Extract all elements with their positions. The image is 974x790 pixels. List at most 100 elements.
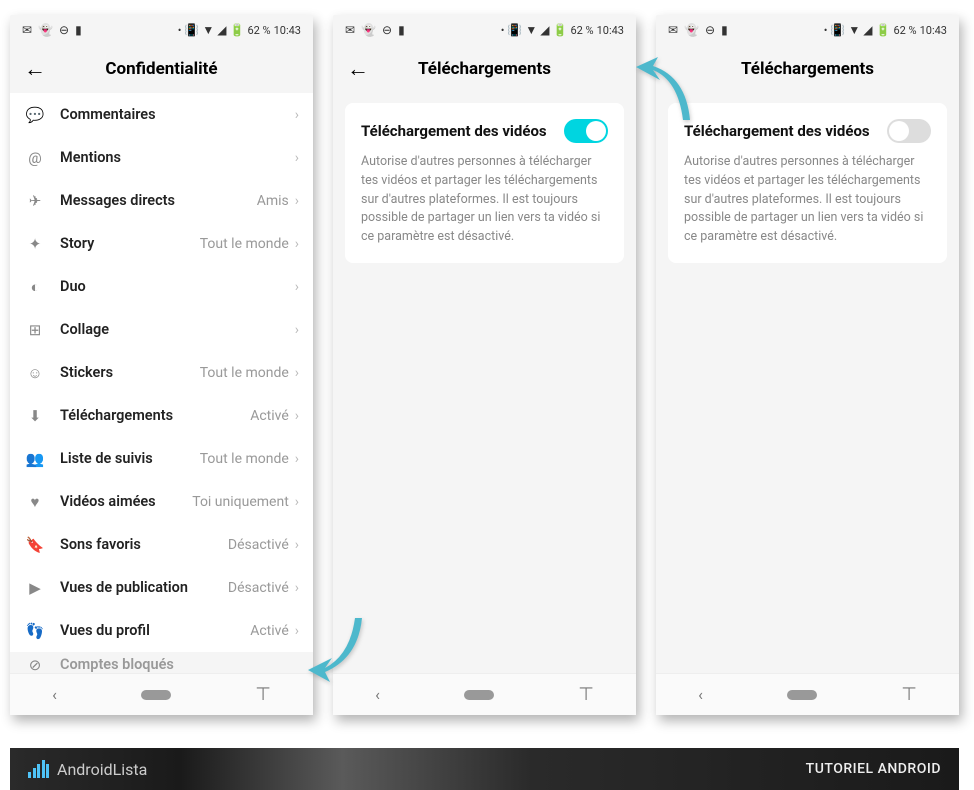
header: ← Téléchargements <box>333 45 636 93</box>
nav-home-icon[interactable] <box>141 690 171 700</box>
signal-icon: ◢ <box>863 23 872 37</box>
back-button[interactable]: ← <box>347 56 369 82</box>
header: ← Confidentialité <box>10 45 313 93</box>
nav-accessibility-icon[interactable]: ⊤ <box>901 684 917 705</box>
row-icon: 🔖 <box>24 536 46 554</box>
chevron-right-icon: › <box>295 537 299 553</box>
chevron-right-icon: › <box>295 193 299 209</box>
row-icon: ⬇ <box>24 407 46 425</box>
row-icon: ✈ <box>24 192 46 210</box>
back-button[interactable]: ← <box>24 56 46 82</box>
tutorial-footer: AndroidLista TUTORIEL ANDROID <box>10 748 959 790</box>
nav-accessibility-icon[interactable]: ⊤ <box>578 684 594 705</box>
wifi-icon: ▼ <box>202 23 214 37</box>
status-bar: ✉ 👻 ⊖ ▮ • 📳 ▼ ◢ 🔋 62 % 10:43 <box>333 15 636 45</box>
chevron-right-icon: › <box>295 236 299 252</box>
gmail-icon: ✉ <box>22 23 32 37</box>
dot-icon: • <box>501 24 505 37</box>
clock: 10:43 <box>920 24 947 37</box>
list-item-value: Activé <box>250 623 289 639</box>
row-icon: ▶ <box>24 579 46 597</box>
row-icon: 💬 <box>24 106 46 124</box>
list-item[interactable]: 👣Vues du profilActivé› <box>10 609 313 652</box>
chevron-right-icon: › <box>295 580 299 596</box>
row-icon: 👣 <box>24 622 46 640</box>
list-item-value: Tout le monde <box>200 451 289 467</box>
gmail-icon: ✉ <box>345 23 355 37</box>
list-item-label: Stickers <box>60 364 200 381</box>
row-icon: 👥 <box>24 450 46 468</box>
nav-bar: ‹ ⊤ <box>10 673 313 715</box>
video-download-toggle[interactable] <box>564 119 608 143</box>
battery-icon: 🔋 <box>552 23 567 37</box>
flow-arrow-1 <box>300 610 370 694</box>
vibrate-icon: 📳 <box>507 23 522 37</box>
battery-percent: 62 % <box>893 24 916 37</box>
list-item[interactable]: ◐Duo› <box>10 265 313 308</box>
nav-back-icon[interactable]: ‹ <box>375 685 380 704</box>
nav-back-icon[interactable]: ‹ <box>52 685 57 704</box>
list-item-value: Tout le monde <box>200 365 289 381</box>
list-item-label: Mentions <box>60 149 295 166</box>
list-item-value: Tout le monde <box>200 236 289 252</box>
list-item[interactable]: ⊞Collage› <box>10 308 313 351</box>
footer-brand: AndroidLista <box>57 760 147 779</box>
minus-icon: ⊖ <box>59 23 69 37</box>
list-item[interactable]: @Mentions› <box>10 136 313 179</box>
clock: 10:43 <box>274 24 301 37</box>
row-icon: ♥ <box>24 493 46 511</box>
list-item-value: Désactivé <box>228 580 289 596</box>
chevron-right-icon: › <box>295 623 299 639</box>
nav-bar: ‹ ⊤ <box>656 673 959 715</box>
card-title: Téléchargement des vidéos <box>684 122 870 140</box>
vibrate-icon: 📳 <box>830 23 845 37</box>
nav-home-icon[interactable] <box>464 690 494 700</box>
snapchat-icon: 👻 <box>361 23 376 37</box>
snapchat-icon: 👻 <box>684 23 699 37</box>
snapchat-icon: 👻 <box>38 23 53 37</box>
row-icon: ⊞ <box>24 321 46 339</box>
sim-icon: ▮ <box>75 23 82 37</box>
card-description: Autorise d'autres personnes à télécharge… <box>684 153 931 247</box>
list-item[interactable]: 👥Liste de suivisTout le monde› <box>10 437 313 480</box>
list-item[interactable]: ⬇TéléchargementsActivé› <box>10 394 313 437</box>
nav-home-icon[interactable] <box>787 690 817 700</box>
download-card: Téléchargement des vidéos Autorise d'aut… <box>668 103 947 263</box>
video-download-toggle[interactable] <box>887 119 931 143</box>
dot-icon: • <box>824 24 828 37</box>
nav-accessibility-icon[interactable]: ⊤ <box>255 684 271 705</box>
chevron-right-icon: › <box>295 365 299 381</box>
phone-screen-3: ✉ 👻 ⊖ ▮ • 📳 ▼ ◢ 🔋 62 % 10:43 Téléchargem… <box>656 15 959 715</box>
list-item[interactable]: ☺StickersTout le monde› <box>10 351 313 394</box>
chevron-right-icon: › <box>295 279 299 295</box>
minus-icon: ⊖ <box>705 23 715 37</box>
chevron-right-icon: › <box>295 494 299 510</box>
list-item-label: Comptes bloqués <box>60 656 299 673</box>
chevron-right-icon: › <box>295 150 299 166</box>
list-item[interactable]: ♥Vidéos aiméesToi uniquement› <box>10 480 313 523</box>
clock: 10:43 <box>597 24 624 37</box>
vibrate-icon: 📳 <box>184 23 199 37</box>
list-item-cut[interactable]: ⊘ Comptes bloqués <box>10 652 313 673</box>
battery-percent: 62 % <box>247 24 270 37</box>
list-item-label: Messages directs <box>60 192 257 209</box>
header: Téléchargements <box>656 45 959 93</box>
gmail-icon: ✉ <box>668 23 678 37</box>
wifi-icon: ▼ <box>525 23 537 37</box>
list-item-label: Commentaires <box>60 106 295 123</box>
phone-screen-1: ✉ 👻 ⊖ ▮ • 📳 ▼ ◢ 🔋 62 % 10:43 ← Confident… <box>10 15 313 715</box>
nav-back-icon[interactable]: ‹ <box>698 685 703 704</box>
list-item[interactable]: ▶ Vues de publicationDésactivé › <box>10 566 313 609</box>
list-item-value: Désactivé <box>228 537 289 553</box>
list-item-label: Vues de publication <box>60 579 228 596</box>
list-item[interactable]: 💬Commentaires› <box>10 93 313 136</box>
list-item[interactable]: 🔖Sons favorisDésactivé› <box>10 523 313 566</box>
signal-icon: ◢ <box>540 23 549 37</box>
card-title: Téléchargement des vidéos <box>361 122 547 140</box>
dot-icon: • <box>178 24 182 37</box>
row-icon: ◐ <box>24 278 46 296</box>
sim-icon: ▮ <box>398 23 405 37</box>
chevron-right-icon: › <box>295 322 299 338</box>
list-item[interactable]: ✈Messages directsAmis› <box>10 179 313 222</box>
list-item[interactable]: ✦StoryTout le monde› <box>10 222 313 265</box>
